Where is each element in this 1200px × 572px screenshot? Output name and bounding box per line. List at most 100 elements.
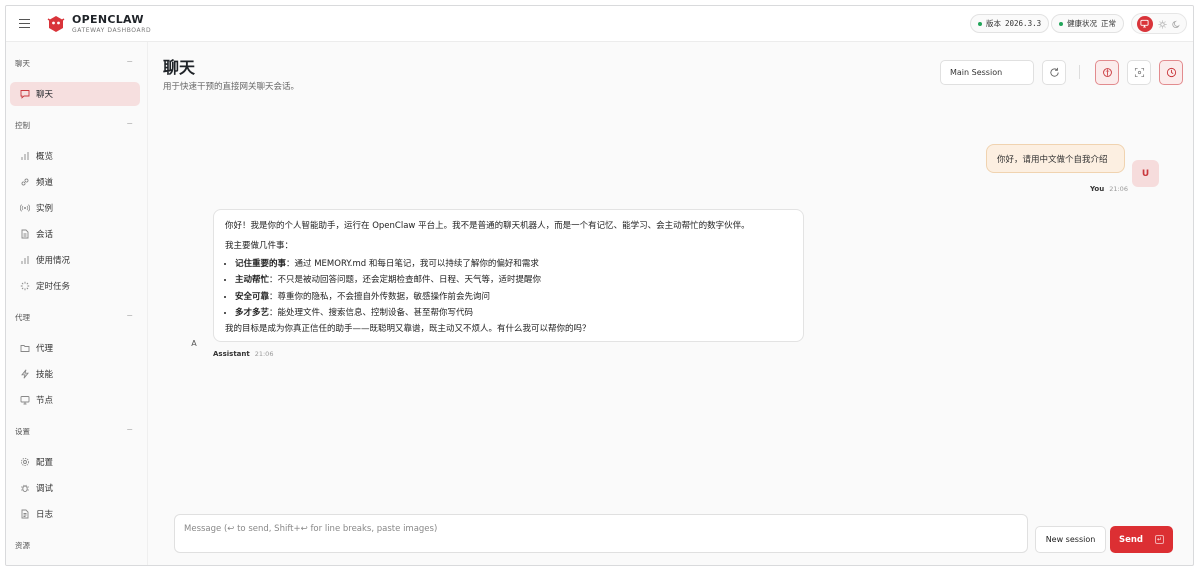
sidebar-group-control[interactable]: 控制 − [15,119,133,131]
list-item-title: 记住重要的事 [235,259,287,269]
message-time: 21:06 [254,350,274,358]
app-window: OPENCLAW GATEWAY DASHBOARD 版本 2026.3.3 健… [5,5,1194,566]
sidebar-item-label: 日志 [36,510,54,520]
brain-icon [1102,68,1112,77]
list-item-title: 主动帮忙 [235,275,270,286]
status-dot [978,21,982,26]
sidebar-item-label: 实例 [36,204,54,214]
sidebar-item-debug[interactable]: 调试 [10,476,140,500]
message-intro: 你好！我是你的个人智能助手，运行在 OpenClaw 平台上。我不是普通的聊天机… [225,221,750,231]
sidebar-item-label: 使用情况 [36,256,71,266]
bug-icon [21,484,29,493]
avatar: A [191,338,197,348]
version-value: 2026.3.3 [1005,19,1042,28]
bar-chart-icon [21,256,29,264]
sidebar-item-label: 聊天 [36,90,54,100]
new-session-button[interactable]: New session [1035,526,1106,553]
assistant-message-bubble: 你好！我是你的个人智能助手，运行在 OpenClaw 平台上。我不是普通的聊天机… [213,209,804,342]
history-button[interactable] [1159,60,1183,85]
message-meta: Assistant 21:06 [213,350,273,358]
zap-icon [21,369,29,379]
sidebar-item-label: 节点 [36,396,54,406]
message-meta: You 21:06 [1090,185,1128,193]
send-label: Send [1118,534,1144,545]
theme-toggle[interactable] [1131,13,1187,34]
thinking-toggle-button[interactable] [1095,60,1119,85]
sidebar-item-logs[interactable]: 日志 [10,502,140,526]
user-message-bubble: 你好，请用中文做个自我介绍 [986,144,1125,173]
sidebar-item-skills[interactable]: 技能 [10,362,140,386]
session-select[interactable]: Main Session [940,60,1034,85]
collapse-icon[interactable]: − [126,57,133,66]
link-icon [21,178,29,186]
monitor-icon[interactable] [1136,15,1153,32]
list-item-title: 多才多艺 [235,307,270,318]
clock-icon [1166,67,1176,78]
sidebar-item-sessions[interactable]: 会话 [10,222,140,246]
sidebar-item-agents[interactable]: 代理 [10,336,140,360]
sidebar-item-usage[interactable]: 使用情况 [10,248,140,272]
list-item: 安全可靠：尊重你的隐私，不会擅自外传数据，敏感操作前会先询问 [235,291,792,304]
sidebar-item-chat[interactable]: 聊天 [10,82,140,106]
file-text-icon [21,509,29,519]
health-value: 正常 [1101,19,1116,28]
brand: OPENCLAW GATEWAY DASHBOARD [72,14,151,34]
health-label: 健康状况 [1067,19,1097,28]
menu-icon[interactable] [18,16,34,32]
brand-subtitle: GATEWAY DASHBOARD [72,27,152,34]
sidebar-item-label: 频道 [36,178,54,188]
monitor-icon [20,396,30,405]
send-button[interactable]: Send ↵ [1110,526,1173,553]
sidebar-group-agent[interactable]: 代理 − [15,311,133,323]
collapse-icon[interactable]: − [126,311,133,320]
sun-icon[interactable] [1158,14,1167,33]
sidebar-group-resources[interactable]: 资源 [15,540,133,551]
health-badge: 健康状况 正常 [1051,14,1124,33]
list-item-text: ：尊重你的隐私，不会擅自外传数据，敏感操作前会先询问 [269,291,491,302]
message-time: 21:06 [1109,185,1128,193]
collapse-icon[interactable]: − [126,119,133,128]
sidebar-group-settings[interactable]: 设置 − [15,425,133,437]
gear-icon [20,457,30,467]
sidebar-item-instances[interactable]: 实例 [10,196,140,220]
group-title: 控制 [15,121,30,130]
message-input[interactable]: Message (↩ to send, Shift+↩ for line bre… [174,514,1028,553]
sidebar-group-chat[interactable]: 聊天 − [15,57,133,69]
group-title: 资源 [15,541,30,550]
collapse-icon[interactable]: − [126,425,133,434]
group-title: 聊天 [15,59,30,68]
list-item: 多才多艺：能处理文件、搜索信息、控制设备、甚至帮你写代码 [235,307,792,320]
top-bar: OPENCLAW GATEWAY DASHBOARD 版本 2026.3.3 健… [6,6,1193,42]
sender-name: Assistant [213,350,250,358]
toolbar-divider [1079,65,1080,79]
group-title: 设置 [15,427,30,436]
page-subtitle: 用于快速干预的直接网关聊天会话。 [163,82,300,92]
refresh-button[interactable] [1042,60,1066,85]
message-closing: 我的目标是成为你真正信任的助手——既聪明又靠谱，既主动又不烦人。有什么我可以帮你… [225,324,591,335]
sidebar-item-nodes[interactable]: 节点 [10,388,140,412]
refresh-icon [1049,67,1059,77]
list-item-text: ：能处理文件、搜索信息、控制设备、甚至帮你写代码 [269,307,474,318]
sidebar-item-label: 配置 [36,458,54,468]
sidebar-item-channels[interactable]: 频道 [10,170,140,194]
sidebar-item-overview[interactable]: 概览 [10,144,140,168]
folder-icon [20,345,30,352]
sidebar-item-label: 代理 [36,344,54,354]
sidebar-item-label: 调试 [36,484,54,494]
bar-chart-icon [21,152,29,160]
moon-icon[interactable] [1172,14,1181,33]
focus-button[interactable] [1127,60,1151,85]
message-list: 记住重要的事：通过 MEMORY.md 和每日笔记，我可以持续了解你的偏好和需求… [235,258,792,320]
list-item-text: ：不只是被动回答问题，还会定期检查邮件、日程、天气等，适时提醒你 [269,275,542,286]
sidebar: 聊天 − 聊天 控制 − 概览 频道 实例 会话 使用情况 定时任务 代理 − … [6,42,148,565]
enter-icon: ↵ [1155,535,1165,544]
list-item-text: ：通过 MEMORY.md 和每日笔记，我可以持续了解你的偏好和需求 [286,259,539,269]
sidebar-item-config[interactable]: 配置 [10,450,140,474]
version-label: 版本 [986,19,1001,28]
main-content: 聊天 用于快速干预的直接网关聊天会话。 Main Session 你好，请用中文… [149,42,1193,565]
group-title: 代理 [15,313,30,322]
page-title: 聊天 [163,58,196,77]
list-item: 主动帮忙：不只是被动回答问题，还会定期检查邮件、日程、天气等，适时提醒你 [235,274,792,287]
sidebar-item-cron[interactable]: 定时任务 [10,274,140,298]
status-dot [1059,21,1063,26]
